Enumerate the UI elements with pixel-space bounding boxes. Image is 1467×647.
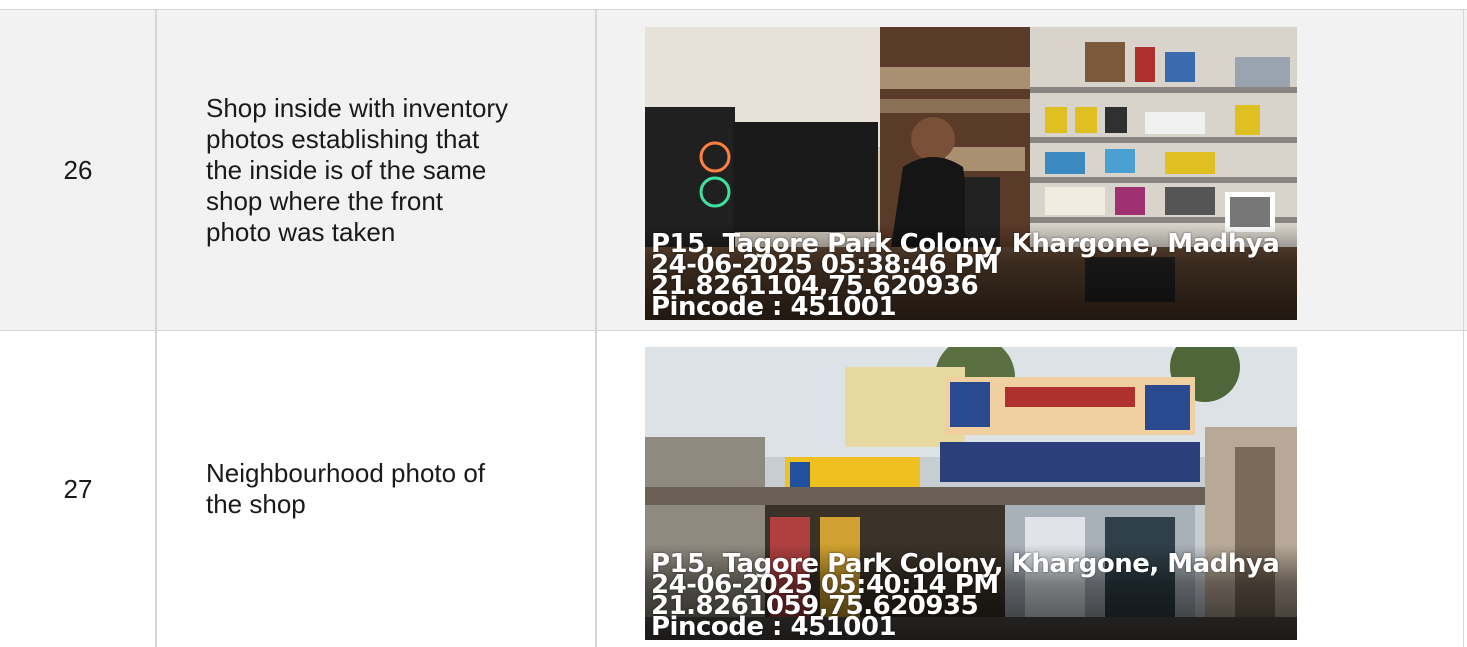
column-divider — [155, 9, 157, 647]
description-line: the inside is of the same — [206, 154, 487, 185]
row-description: Shop inside with inventory photos establ… — [206, 10, 586, 330]
description-line: photo was taken — [206, 216, 396, 247]
description-line: Shop inside with inventory — [206, 92, 509, 123]
report-table: 26 Shop inside with inventory photos est… — [0, 0, 1467, 647]
table-border — [1463, 9, 1464, 647]
row-number: 26 — [63, 154, 93, 185]
table-border — [0, 9, 1467, 10]
row-description: Neighbourhood photo of the shop — [206, 331, 586, 647]
description-line: photos establishing that — [206, 123, 480, 154]
row-number: 27 — [63, 473, 93, 504]
description-line: the shop — [206, 489, 306, 519]
photo-geotag-overlay: P15, Tagore Park Colony, Khargone, Madhy… — [651, 231, 1280, 320]
shop-street-photo: P15, Tagore Park Colony, Khargone, Madhy… — [645, 347, 1297, 640]
column-divider — [595, 9, 597, 647]
description-line: shop where the front — [206, 185, 444, 216]
shop-interior-photo: P15, Tagore Park Colony, Khargone, Madhy… — [645, 27, 1297, 320]
description-line: Neighbourhood photo of — [206, 458, 486, 488]
table-border — [0, 330, 1467, 331]
photo-geotag-overlay: P15, Tagore Park Colony, Khargone, Madhy… — [651, 551, 1280, 640]
